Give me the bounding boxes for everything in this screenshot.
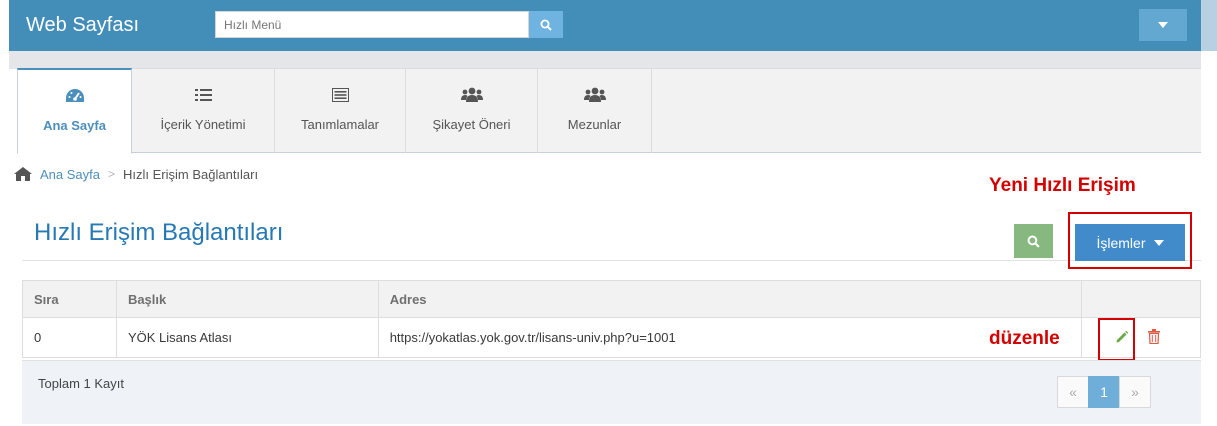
tab-icerik-yonetimi[interactable]: İçerik Yönetimi	[132, 69, 275, 153]
column-header-sira[interactable]: Sıra	[22, 280, 117, 318]
quick-menu-input[interactable]	[215, 11, 529, 38]
breadcrumb-separator-icon: >	[108, 167, 116, 181]
annotation-edit: düzenle	[989, 328, 1060, 349]
record-count: Toplam 1 Kayıt	[38, 376, 124, 391]
annotation-new-quick-access: Yeni Hızlı Erişim	[989, 175, 1136, 196]
tab-ana-sayfa[interactable]: Ana Sayfa	[17, 68, 132, 154]
group-icon	[460, 85, 483, 105]
group-icon	[583, 85, 606, 105]
pagination-prev-button[interactable]: «	[1057, 376, 1089, 408]
search-icon	[540, 19, 552, 31]
cell-adres: https://yokatlas.yok.gov.tr/lisans-univ.…	[377, 317, 1083, 358]
tab-label: Ana Sayfa	[43, 118, 106, 133]
tab-bar-spacer	[9, 51, 1201, 69]
highlight-box-actions	[1068, 212, 1192, 269]
breadcrumb-current: Hızlı Erişim Bağlantıları	[123, 166, 259, 182]
pencil-icon[interactable]	[1115, 330, 1129, 344]
breadcrumb: Ana Sayfa > Hızlı Erişim Bağlantıları	[14, 164, 258, 184]
column-header-adres[interactable]: Adres	[377, 280, 1083, 318]
breadcrumb-home-link[interactable]: Ana Sayfa	[40, 167, 100, 182]
search-icon	[1027, 235, 1040, 248]
tab-sikayet-oneri[interactable]: Şikayet Öneri	[406, 69, 538, 153]
filter-search-button[interactable]	[1014, 224, 1053, 258]
main-tabs: Ana Sayfa İçerik Yönetimi Tanımlamalar Ş…	[17, 68, 1201, 154]
page-title: Hızlı Erişim Bağlantıları	[34, 219, 284, 246]
dashboard-icon	[65, 86, 85, 106]
list-icon	[194, 85, 212, 105]
tab-label: Tanımlamalar	[300, 117, 380, 132]
tab-label: İçerik Yönetimi	[160, 117, 246, 132]
cell-baslik: YÖK Lisans Atlası	[115, 317, 379, 358]
user-menu-toggle[interactable]	[1139, 9, 1187, 41]
search-button[interactable]	[529, 11, 563, 38]
tab-mezunlar[interactable]: Mezunlar	[538, 69, 652, 153]
header-divider	[22, 260, 1201, 261]
table-footer: Toplam 1 Kayıt « 1 »	[22, 360, 1201, 424]
home-icon[interactable]	[14, 167, 32, 181]
pagination-next-button[interactable]: »	[1119, 376, 1151, 408]
table-header-row: Sıra Başlık Adres	[22, 280, 1201, 318]
pagination: « 1 »	[1057, 376, 1151, 408]
trash-icon[interactable]	[1148, 329, 1160, 344]
cell-sira: 0	[22, 317, 117, 358]
brand-title[interactable]: Web Sayfası	[26, 14, 139, 37]
scroll-gutter	[1201, 0, 1217, 51]
column-header-baslik[interactable]: Başlık	[115, 280, 379, 318]
pagination-page-button[interactable]: 1	[1088, 376, 1120, 408]
list-alt-icon	[331, 85, 349, 105]
quick-menu-search	[215, 11, 563, 38]
tab-label: Mezunlar	[567, 117, 622, 132]
column-header-actions	[1081, 280, 1201, 318]
tab-tanimlamalar[interactable]: Tanımlamalar	[275, 69, 406, 153]
caret-down-icon	[1158, 22, 1168, 28]
navbar: Web Sayfası	[9, 0, 1201, 51]
tab-label: Şikayet Öneri	[432, 117, 511, 132]
